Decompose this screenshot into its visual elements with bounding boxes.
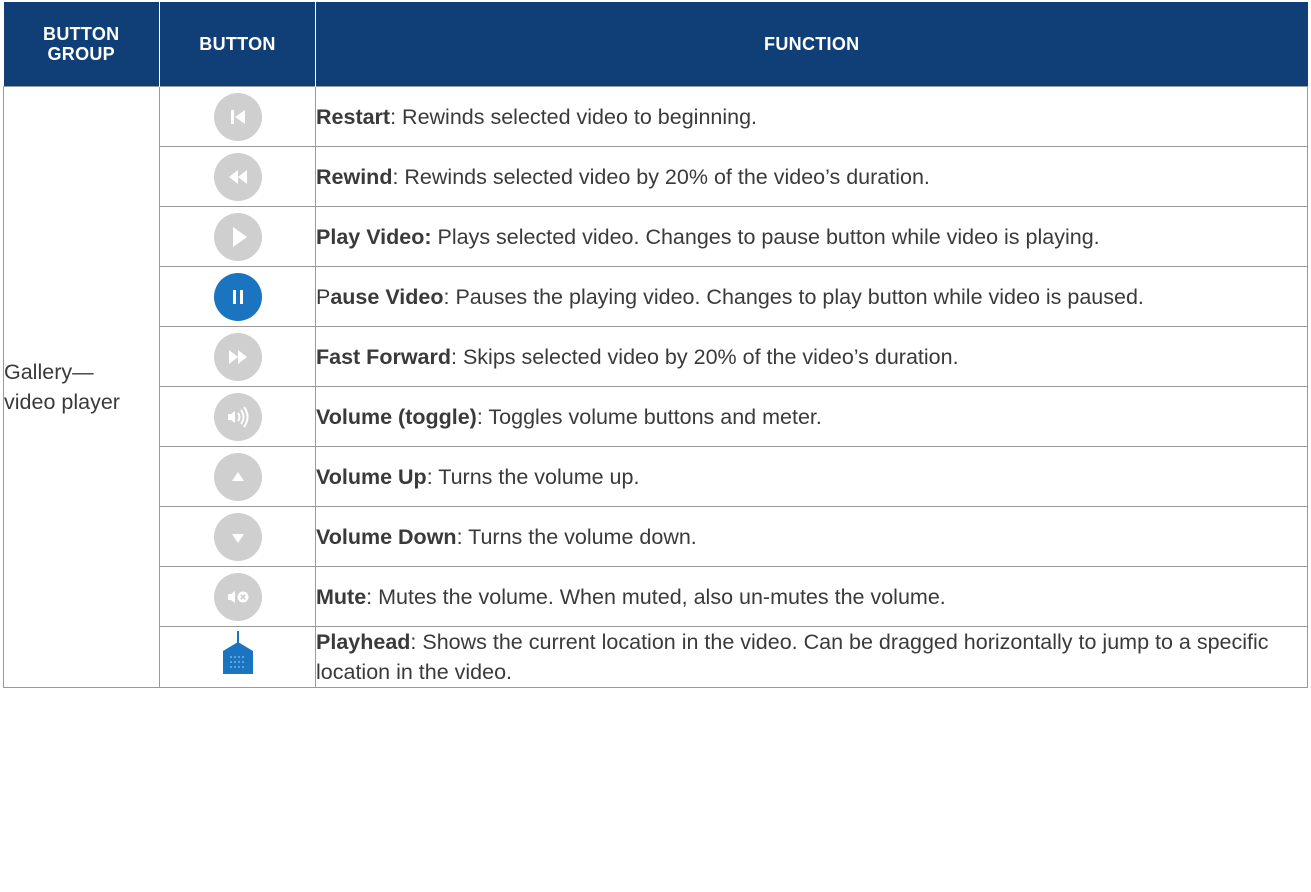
function-cell: Restart: Rewinds selected video to begin… [315,86,1308,147]
button-cell [159,626,316,688]
volume-down-icon [213,512,262,561]
table-row: Rewind: Rewinds selected video by 20% of… [4,146,1308,207]
table-row: Mute: Mutes the volume. When muted, also… [4,566,1308,627]
playhead-icon [220,629,256,685]
function-cell: Mute: Mutes the volume. When muted, also… [315,566,1308,627]
header-row: BUTTON GROUP BUTTON FUNCTION [3,2,1308,87]
table-row: Pause Video: Pauses the playing video. C… [4,266,1308,327]
table-row: Volume Up: Turns the volume up. [4,446,1308,507]
restart-icon [213,92,262,141]
function-cell: Play Video: Plays selected video. Change… [315,206,1308,267]
volume-up-icon [213,452,262,501]
mute-icon [213,572,262,621]
table-row: Fast Forward: Skips selected video by 20… [4,326,1308,387]
function-cell: Volume (toggle): Toggles volume buttons … [315,386,1308,447]
header-button-group: BUTTON GROUP [3,2,160,87]
group-cell: Gallery— video player [3,86,160,688]
rewind-icon [213,152,262,201]
play-icon [213,212,262,261]
table-row: Playhead: Shows the current location in … [4,626,1308,688]
pause-icon [213,272,262,321]
button-cell [159,566,316,627]
function-cell: Volume Up: Turns the volume up. [315,446,1308,507]
button-cell [159,506,316,567]
function-cell: Pause Video: Pauses the playing video. C… [315,266,1308,327]
fast-forward-icon [213,332,262,381]
function-cell: Rewind: Rewinds selected video by 20% of… [315,146,1308,207]
table-row: Gallery— video player Restart: Rewinds s… [3,86,1308,688]
table-row: Play Video: Plays selected video. Change… [4,206,1308,267]
button-cell [159,326,316,387]
function-cell: Fast Forward: Skips selected video by 20… [315,326,1308,387]
header-button: BUTTON [159,2,316,87]
button-reference-table: BUTTON GROUP BUTTON FUNCTION Gallery— vi… [3,2,1308,688]
button-cell [159,446,316,507]
header-function: FUNCTION [315,2,1308,87]
button-cell [159,386,316,447]
table-row: Volume (toggle): Toggles volume buttons … [4,386,1308,447]
group-label: Gallery— video player [4,360,120,414]
button-cell [159,146,316,207]
button-cell [159,86,316,147]
table-row: Volume Down: Turns the volume down. [4,506,1308,567]
function-cell: Volume Down: Turns the volume down. [315,506,1308,567]
function-cell: Playhead: Shows the current location in … [315,626,1308,688]
button-cell [159,266,316,327]
volume-toggle-icon [213,392,262,441]
button-cell [159,206,316,267]
